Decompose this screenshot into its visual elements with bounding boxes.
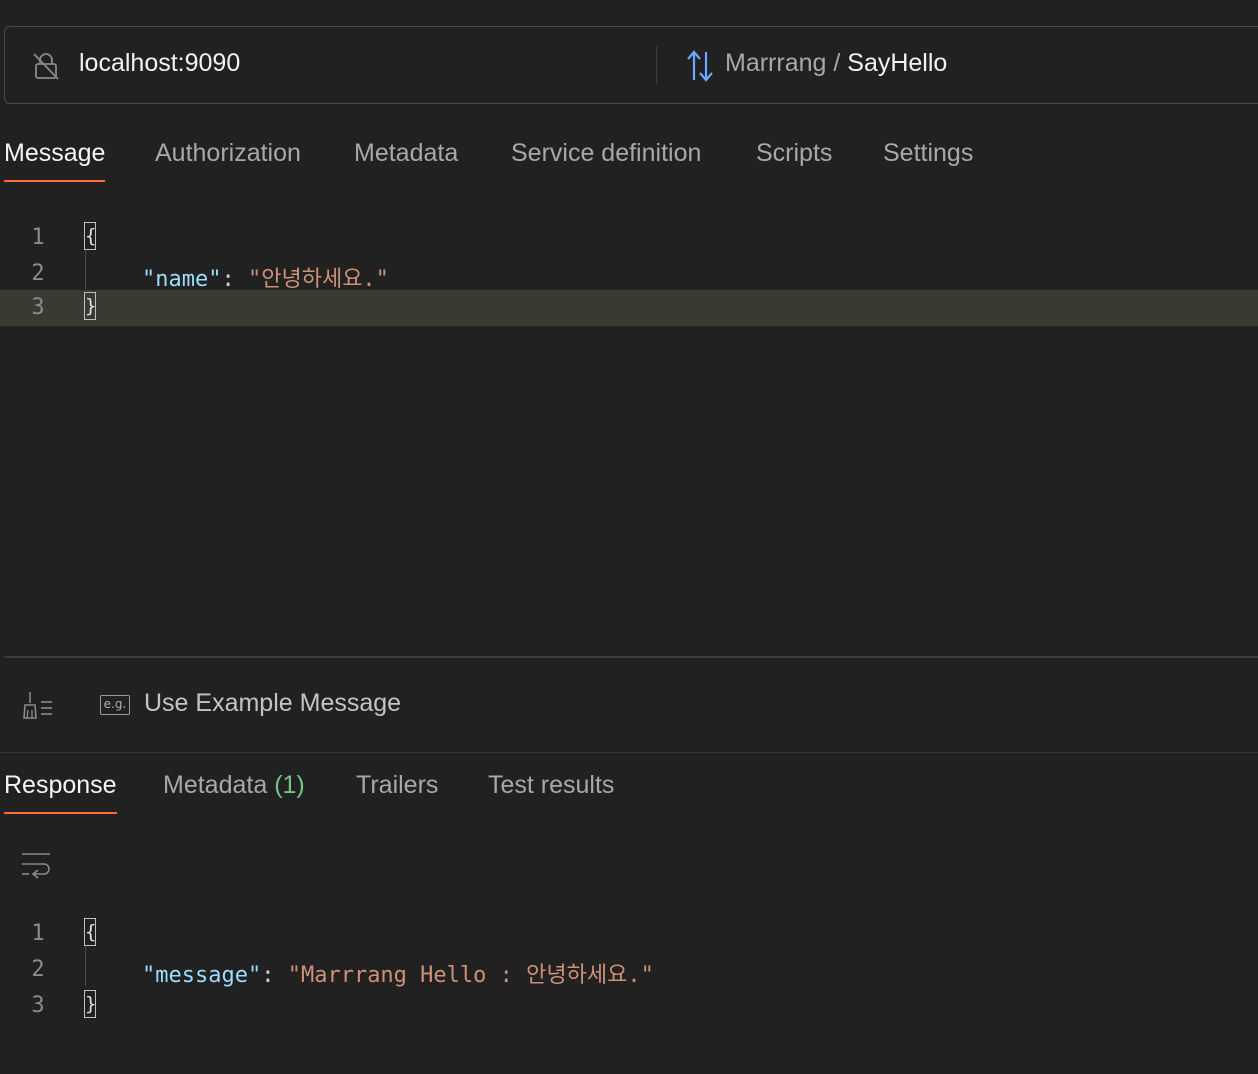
line-number: 2 bbox=[31, 957, 45, 982]
json-colon: : bbox=[221, 267, 248, 292]
panel-divider[interactable] bbox=[4, 656, 1258, 658]
json-key: "message" bbox=[142, 963, 262, 988]
json-value: "안녕하세요." bbox=[247, 267, 389, 292]
eg-badge-icon[interactable]: e.g. bbox=[100, 695, 130, 715]
url-divider bbox=[656, 46, 657, 84]
json-entry: "message": "Marrrang Hello : 안녕하세요." bbox=[142, 957, 654, 989]
editor-line: 3 } bbox=[0, 988, 1258, 1024]
tab-response[interactable]: Response bbox=[4, 771, 117, 814]
close-brace: } bbox=[84, 292, 96, 320]
tab-authorization[interactable]: Authorization bbox=[155, 139, 301, 182]
editor-line: 1 { bbox=[0, 916, 1258, 952]
method-name: SayHello bbox=[847, 49, 948, 77]
lock-off-icon[interactable] bbox=[31, 51, 61, 81]
json-value: "Marrrang Hello : 안녕하세요." bbox=[287, 963, 654, 988]
editor-line: 2 "message": "Marrrang Hello : 안녕하세요." bbox=[0, 952, 1258, 988]
json-entry: "name": "안녕하세요." bbox=[142, 261, 389, 293]
tab-metadata[interactable]: Metadata bbox=[354, 139, 458, 182]
tab-message[interactable]: Message bbox=[4, 139, 106, 182]
tab-scripts[interactable]: Scripts bbox=[756, 139, 832, 182]
json-colon: : bbox=[261, 963, 288, 988]
tab-test-results[interactable]: Test results bbox=[488, 771, 614, 814]
line-number: 1 bbox=[31, 921, 45, 946]
response-viewer[interactable]: 1 { 2 "message": "Marrrang Hello : 안녕하세요… bbox=[0, 914, 1258, 1024]
line-wrap-icon[interactable] bbox=[20, 850, 52, 882]
editor-line: 2 "name": "안녕하세요." bbox=[0, 256, 1258, 292]
use-example-message-button[interactable]: Use Example Message bbox=[144, 689, 401, 718]
line-number: 3 bbox=[31, 295, 45, 320]
line-number: 1 bbox=[31, 225, 45, 250]
bidirectional-arrows-icon bbox=[687, 50, 713, 82]
open-brace: { bbox=[84, 222, 96, 250]
line-number: 3 bbox=[31, 993, 45, 1018]
open-brace: { bbox=[84, 918, 96, 946]
service-name: Marrrang bbox=[725, 49, 827, 77]
tab-response-metadata[interactable]: Metadata (1) bbox=[163, 771, 305, 814]
tab-response-metadata-label: Metadata bbox=[163, 771, 268, 799]
request-bar: localhost:9090 Marrrang / SayHello bbox=[4, 26, 1258, 104]
metadata-count-badge: (1) bbox=[274, 771, 305, 799]
method-selector[interactable]: Marrrang / SayHello bbox=[725, 49, 947, 78]
url-input[interactable]: localhost:9090 bbox=[79, 49, 240, 78]
close-brace: } bbox=[84, 990, 96, 1018]
beautify-broom-icon[interactable] bbox=[20, 690, 54, 722]
tab-settings[interactable]: Settings bbox=[883, 139, 973, 182]
tab-service-definition[interactable]: Service definition bbox=[511, 139, 701, 182]
section-divider bbox=[0, 752, 1258, 753]
message-editor[interactable]: 1 { 2 "name": "안녕하세요." 3 } bbox=[0, 218, 1258, 638]
editor-line: 1 { bbox=[0, 220, 1258, 256]
line-number: 2 bbox=[31, 261, 45, 286]
editor-line-current: 3 } bbox=[0, 290, 1258, 326]
json-key: "name" bbox=[142, 267, 222, 292]
method-path-separator: / bbox=[826, 49, 848, 77]
tab-trailers[interactable]: Trailers bbox=[356, 771, 438, 814]
